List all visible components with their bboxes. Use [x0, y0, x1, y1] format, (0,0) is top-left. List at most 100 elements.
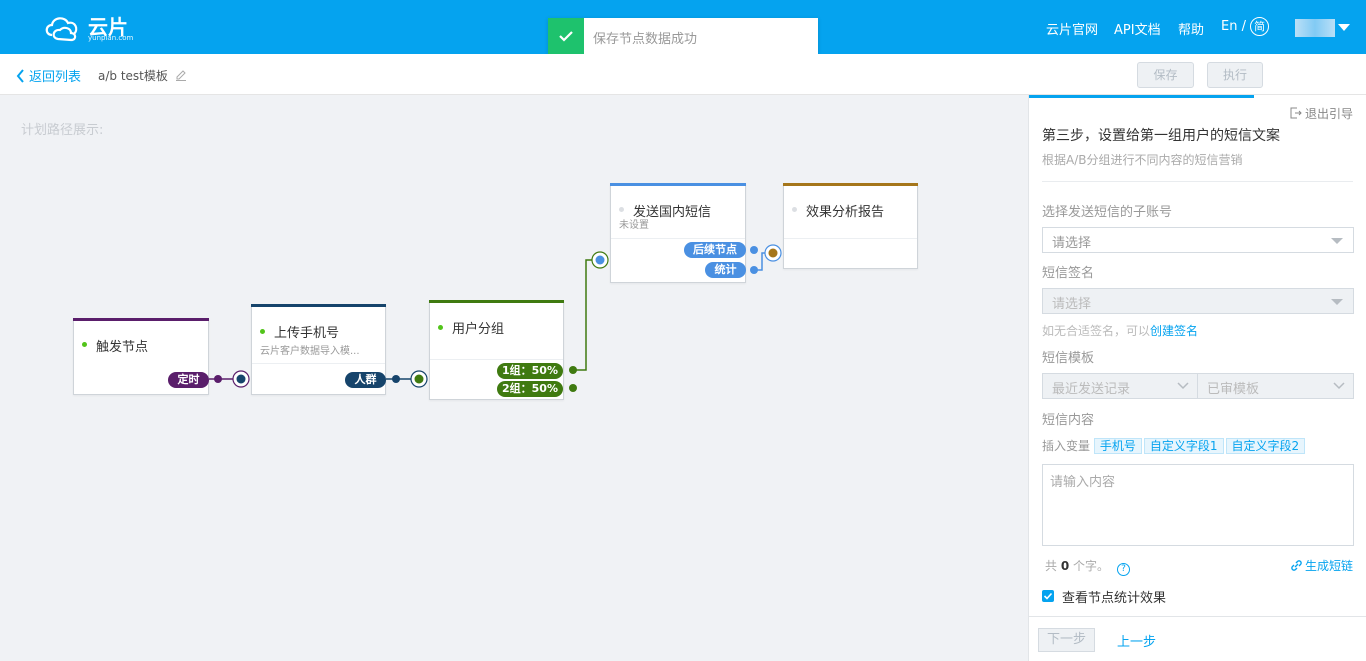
signature-select[interactable]: 请选择 — [1042, 288, 1354, 314]
signature-select-value: 请选择 — [1052, 297, 1092, 312]
toolbar: 返回列表 a/b test模板 保存 执行 — [0, 54, 1366, 95]
status-dot — [438, 325, 443, 330]
char-count-suffix: 个字。 — [1073, 559, 1110, 573]
signature-hint-text: 如无合适签名，可以 — [1042, 324, 1151, 338]
run-button[interactable]: 执行 — [1207, 62, 1263, 88]
nav-api-docs-link[interactable]: API文档 — [1114, 19, 1161, 38]
signature-hint: 如无合适签名，可以创建签名 — [1042, 322, 1198, 339]
port-schedule[interactable]: 定时 — [168, 372, 209, 388]
signature-label: 短信签名 — [1042, 266, 1095, 281]
port-statistics[interactable]: 统计 — [705, 262, 746, 278]
node-title: 效果分析报告 — [806, 205, 885, 220]
node-user-group[interactable]: 用户分组 1组：50% 2组：50% — [429, 300, 564, 400]
template-name[interactable]: a/b test模板 — [98, 67, 187, 84]
account-label: 选择发送短信的子账号 — [1042, 205, 1173, 220]
approved-template-value: 已审模板 — [1207, 382, 1260, 397]
divider — [1042, 181, 1353, 182]
node-send-sms[interactable]: 发送国内短信 未设置 后续节点 统计 — [610, 183, 746, 283]
port-group-1[interactable]: 1组：50% — [497, 363, 563, 379]
chevron-down-icon — [1331, 238, 1343, 244]
var-tag-custom-2[interactable]: 自定义字段2 — [1225, 438, 1306, 454]
port-next-node[interactable]: 后续节点 — [684, 242, 746, 258]
node-analysis-report[interactable]: 效果分析报告 — [783, 183, 918, 269]
nav-help-link[interactable]: 帮助 — [1178, 19, 1204, 38]
node-color-bar — [251, 304, 386, 307]
language-en[interactable]: En / — [1221, 19, 1246, 34]
content-textarea[interactable]: 请输入内容 — [1042, 464, 1354, 546]
node-subtitle: 云片客户数据导入模... — [260, 346, 360, 357]
checkmark-icon — [1043, 592, 1053, 600]
guide-panel: 退出引导 第三步，设置给第一组用户的短信文案 根据A/B分组进行不同内容的短信营… — [1028, 95, 1366, 661]
node-color-bar — [429, 300, 564, 303]
create-signature-link[interactable]: 创建签名 — [1150, 324, 1198, 338]
approved-template-select[interactable]: 已审模板 — [1198, 373, 1354, 399]
generate-shortlink-label: 生成短链 — [1304, 559, 1353, 573]
recent-template-select[interactable]: 最近发送记录 — [1042, 373, 1198, 399]
template-label: 短信模板 — [1042, 351, 1095, 366]
status-dot — [619, 207, 624, 212]
generate-shortlink-link[interactable]: 生成短链 — [1291, 557, 1353, 574]
edit-pencil-icon[interactable] — [175, 69, 187, 81]
status-dot — [260, 329, 265, 334]
chevron-down-icon — [1333, 382, 1345, 390]
toast-message: 保存节点数据成功 — [593, 32, 698, 47]
guide-progress-bar — [1029, 95, 1254, 98]
node-title: 用户分组 — [452, 322, 505, 337]
char-count-value: 0 — [1060, 559, 1070, 573]
char-count: 共 0 个字。? — [1045, 557, 1131, 576]
port-group-2[interactable]: 2组：50% — [497, 381, 563, 397]
help-question-icon[interactable]: ? — [1117, 563, 1131, 576]
node-title: 上传手机号 — [274, 326, 340, 341]
node-subtitle: 未设置 — [619, 220, 649, 231]
node-color-bar — [610, 183, 746, 186]
insert-variable-row: 插入变量 手机号 自定义字段1 自定义字段2 — [1042, 437, 1307, 454]
stats-checkbox[interactable] — [1042, 590, 1054, 602]
var-tag-phone[interactable]: 手机号 — [1093, 438, 1142, 454]
chevron-down-icon — [1177, 382, 1189, 390]
node-divider — [611, 238, 745, 239]
user-avatar[interactable] — [1295, 19, 1335, 37]
back-label: 返回列表 — [29, 70, 82, 85]
language-zh[interactable]: 简 — [1250, 17, 1270, 36]
account-select[interactable]: 请选择 — [1042, 227, 1354, 253]
chevron-left-icon — [16, 69, 24, 83]
exit-guide-link[interactable]: 退出引导 — [1290, 105, 1353, 122]
chevron-down-icon — [1331, 299, 1343, 305]
node-color-bar — [73, 318, 209, 321]
language-switch[interactable]: En / 简 — [1221, 17, 1270, 36]
exit-guide-label: 退出引导 — [1304, 107, 1353, 121]
var-tag-custom-1[interactable]: 自定义字段1 — [1143, 438, 1224, 454]
save-button[interactable]: 保存 — [1137, 62, 1194, 88]
logo-subtext: yunpian.com — [88, 34, 134, 42]
next-step-button[interactable]: 下一步 — [1038, 628, 1095, 652]
chevron-down-icon[interactable] — [1338, 24, 1350, 31]
port-audience[interactable]: 人群 — [345, 372, 386, 388]
node-color-bar — [783, 183, 918, 186]
node-divider — [784, 238, 917, 239]
back-to-list-link[interactable]: 返回列表 — [16, 66, 81, 85]
node-divider — [252, 363, 385, 364]
content-label: 短信内容 — [1042, 413, 1095, 428]
recent-template-value: 最近发送记录 — [1052, 382, 1131, 397]
panel-footer: 下一步 上一步 — [1029, 616, 1366, 661]
status-dot — [82, 342, 87, 347]
path-label: 计划路径展示: — [21, 123, 104, 138]
top-bar: 云片 yunpian.com 保存节点数据成功 云片官网 API文档 帮助 En… — [0, 0, 1366, 54]
insert-variable-label: 插入变量 — [1042, 439, 1091, 453]
node-trigger[interactable]: 触发节点 定时 — [73, 318, 209, 395]
node-title: 触发节点 — [96, 340, 149, 355]
link-icon — [1291, 560, 1302, 571]
node-divider — [430, 359, 563, 360]
exit-icon — [1290, 107, 1302, 119]
step-subtitle: 根据A/B分组进行不同内容的短信营销 — [1042, 153, 1243, 167]
char-count-prefix: 共 — [1045, 559, 1058, 573]
success-toast: 保存节点数据成功 — [548, 18, 818, 54]
previous-step-button[interactable]: 上一步 — [1117, 631, 1156, 650]
status-dot — [792, 207, 797, 212]
node-upload-phone[interactable]: 上传手机号 云片客户数据导入模... 人群 — [251, 304, 386, 395]
nav-site-link[interactable]: 云片官网 — [1046, 19, 1098, 38]
account-select-value: 请选择 — [1052, 236, 1092, 251]
check-icon — [548, 18, 584, 54]
stats-checkbox-label[interactable]: 查看节点统计效果 — [1062, 587, 1166, 606]
template-name-text: a/b test模板 — [98, 69, 168, 83]
